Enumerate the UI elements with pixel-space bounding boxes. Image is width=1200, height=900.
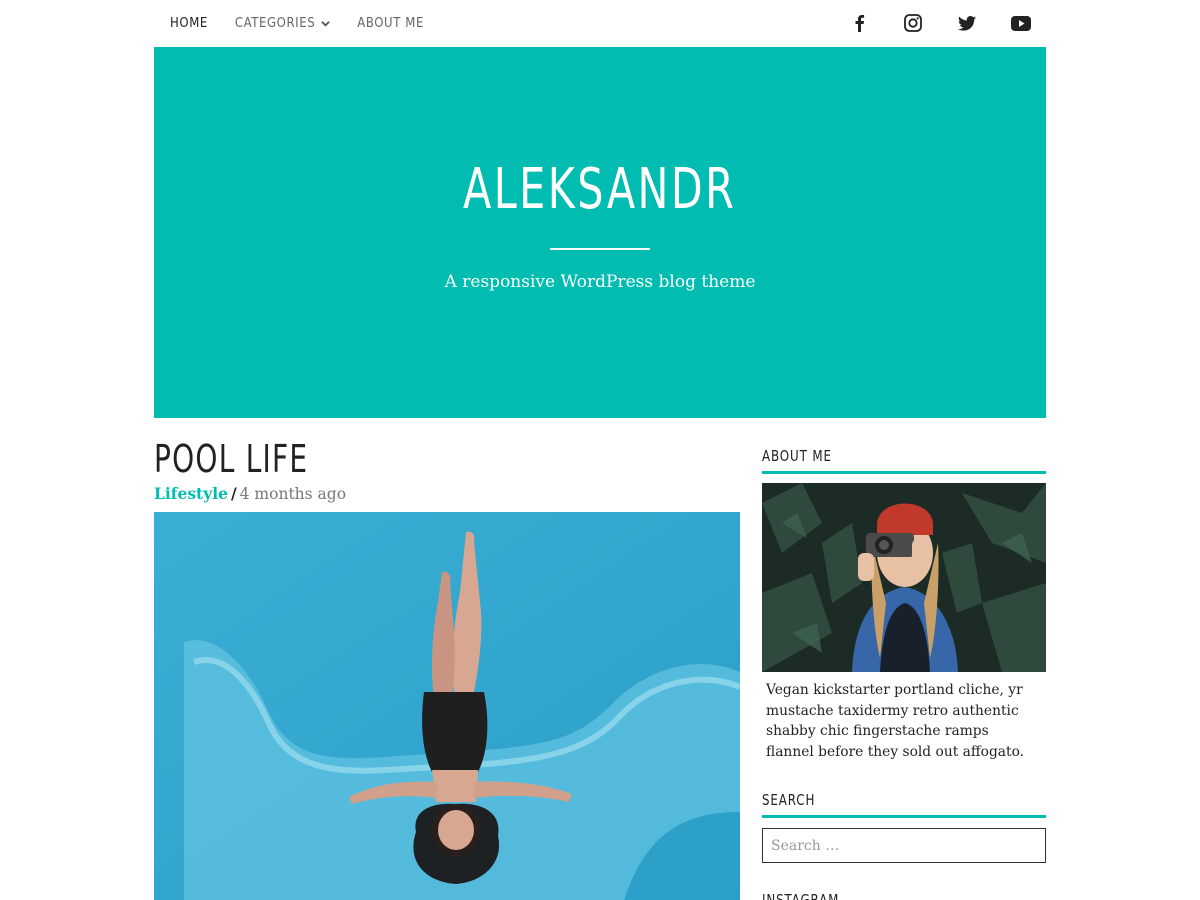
instagram-widget-title-text: INSTAGRAM [762, 891, 840, 900]
about-image [762, 483, 1046, 672]
social-links [848, 12, 1032, 34]
instagram-widget-title: INSTAGRAM [762, 891, 1046, 900]
site-tagline: A responsive WordPress blog theme [444, 272, 756, 292]
about-widget-title-text: ABOUT ME [762, 447, 832, 465]
top-navigation: HOME CATEGORIES ABOUT ME [154, 0, 1046, 47]
search-input[interactable] [762, 828, 1046, 863]
nav-item-categories[interactable]: CATEGORIES [235, 16, 330, 31]
youtube-icon[interactable] [1010, 12, 1032, 34]
search-widget-title: SEARCH [762, 791, 1046, 818]
instagram-icon[interactable] [902, 12, 924, 34]
post-meta: Lifestyle/4 months ago [154, 484, 346, 503]
post-category-link[interactable]: Lifestyle [154, 484, 228, 503]
nav-item-about-me[interactable]: ABOUT ME [357, 16, 424, 31]
nav-item-home[interactable]: HOME [170, 16, 208, 31]
sidebar: ABOUT ME Vegan kickstarter portland clic… [762, 447, 1046, 900]
post-title[interactable]: POOL LIFE [154, 440, 308, 478]
meta-separator: / [230, 484, 237, 503]
post-featured-image[interactable] [154, 512, 740, 900]
header-divider [550, 248, 650, 250]
twitter-icon[interactable] [956, 12, 978, 34]
nav-item-categories-label: CATEGORIES [234, 16, 316, 31]
chevron-down-icon [321, 21, 330, 27]
site-title[interactable]: ALEKSANDR [463, 162, 736, 218]
about-text: Vegan kickstarter portland cliche, yr mu… [766, 682, 1025, 760]
search-widget-title-text: SEARCH [762, 791, 816, 809]
site-header: ALEKSANDR A responsive WordPress blog th… [154, 47, 1046, 418]
facebook-icon[interactable] [848, 12, 870, 34]
about-widget-title: ABOUT ME [762, 447, 1046, 474]
post-date: 4 months ago [239, 485, 347, 503]
